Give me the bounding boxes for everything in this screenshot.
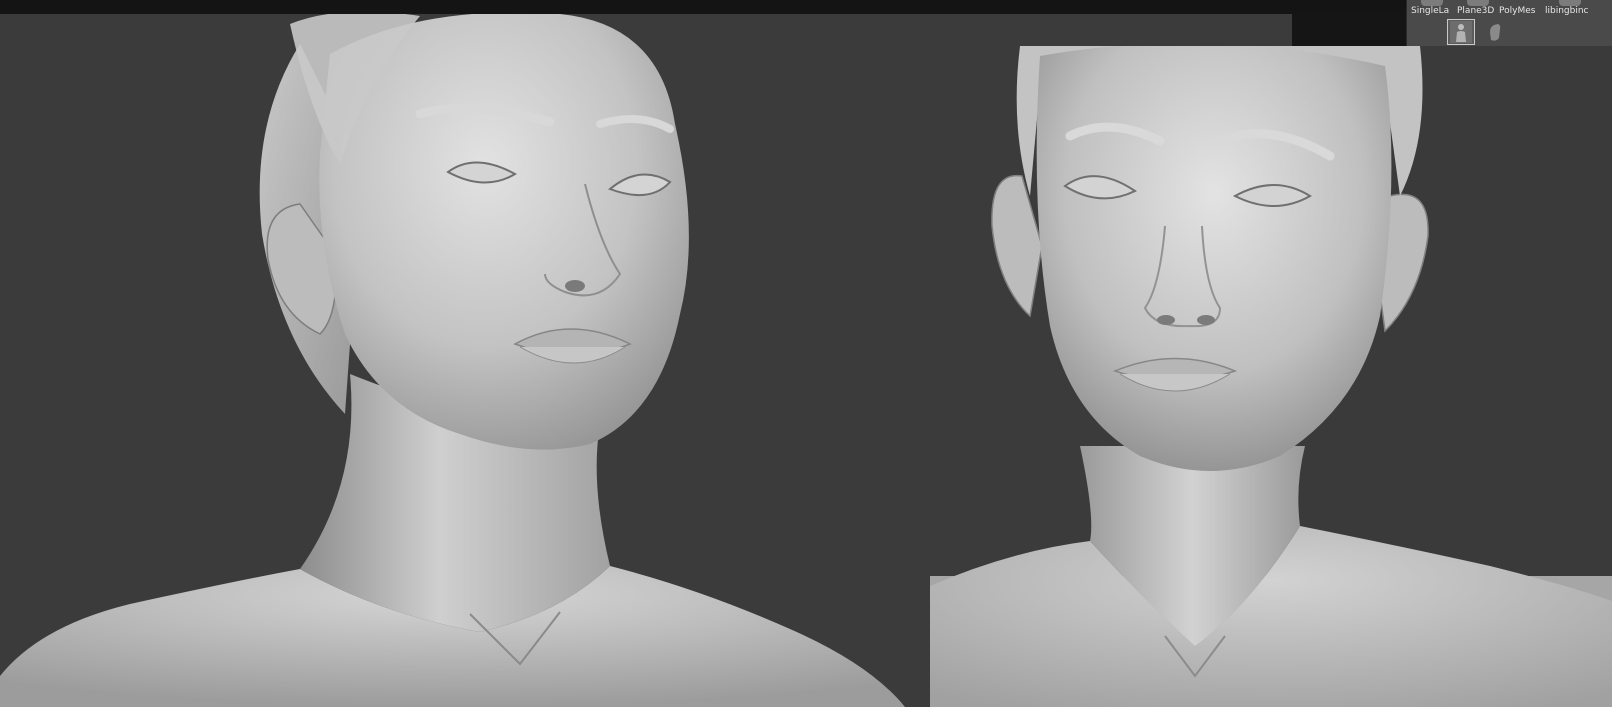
tool-palette: SingleLa Plane3D PolyMes libingbinc	[1406, 0, 1612, 46]
figure-tool-slot[interactable]	[1447, 19, 1475, 45]
hand-tool-icon	[1490, 24, 1501, 41]
tool-slots	[1447, 19, 1509, 45]
figure-tool-icon	[1450, 21, 1472, 43]
right-viewport[interactable]	[930, 46, 1612, 707]
tool-labels: SingleLa Plane3D PolyMes libingbinc	[1411, 5, 1611, 17]
hand-tool-slot[interactable]	[1481, 19, 1509, 45]
left-viewport[interactable]	[0, 14, 935, 707]
top-menu-bar	[0, 0, 1612, 14]
tool-label-singlela[interactable]: SingleLa	[1411, 5, 1455, 17]
tray-divider	[1292, 14, 1406, 46]
tool-label-polymes[interactable]: PolyMes	[1499, 5, 1543, 17]
sculpt-bust-front	[930, 46, 1612, 707]
sculpt-bust-three-quarter	[0, 14, 905, 707]
tool-label-plane3d[interactable]: Plane3D	[1457, 5, 1497, 17]
tool-label-libingbinc[interactable]: libingbinc	[1545, 5, 1597, 17]
